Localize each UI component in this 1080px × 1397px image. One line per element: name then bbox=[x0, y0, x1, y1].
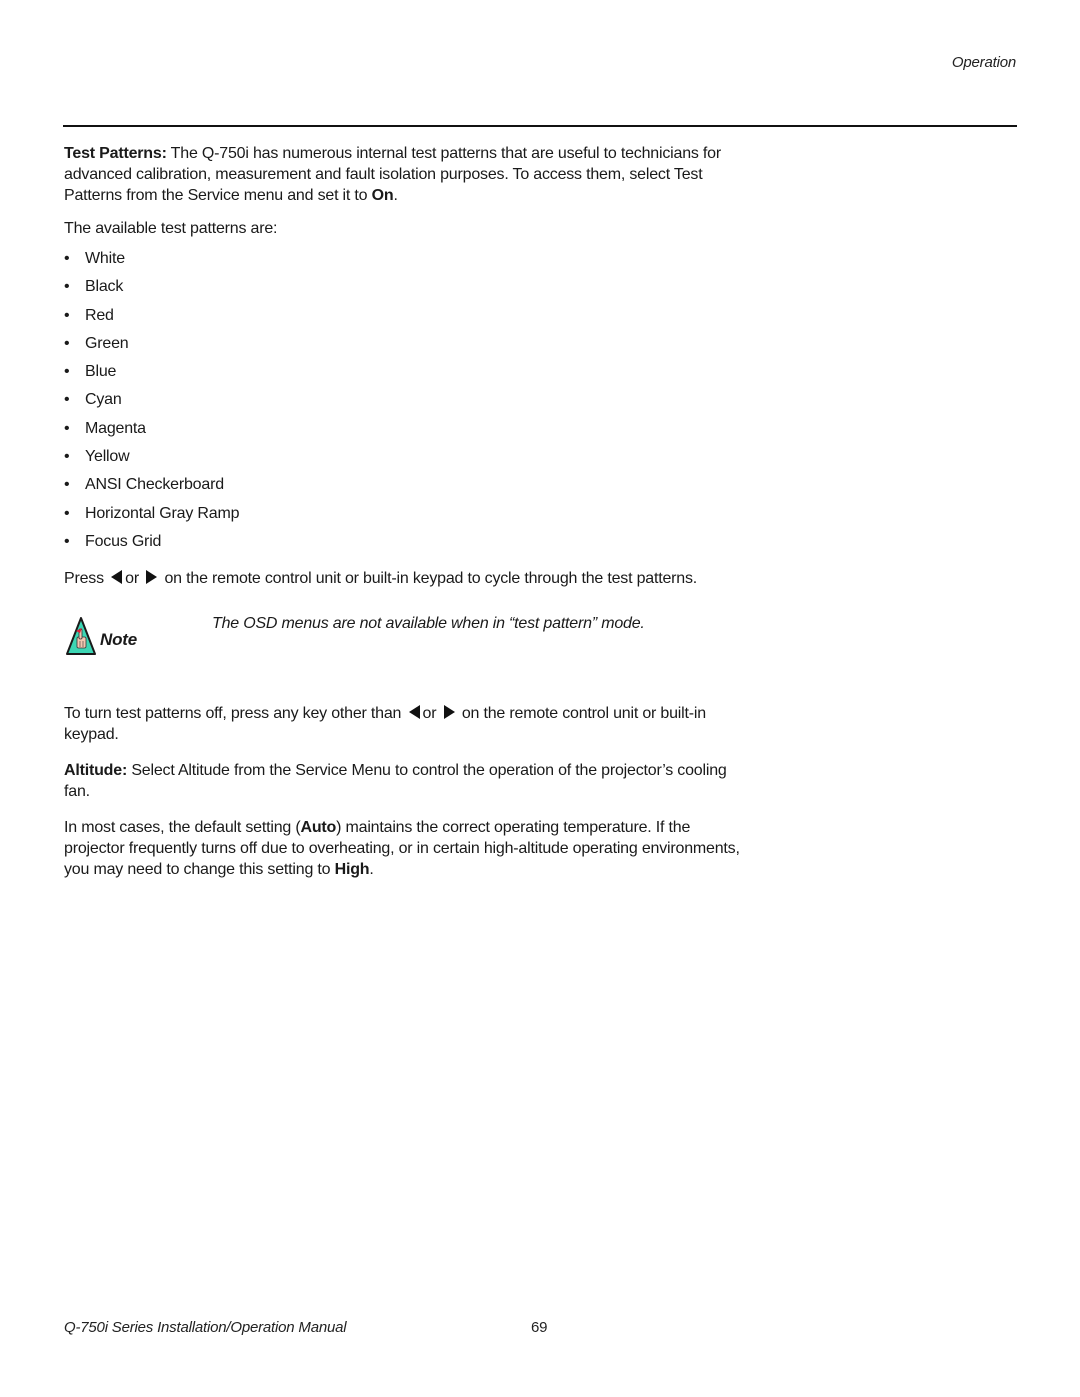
period: . bbox=[369, 861, 374, 879]
bullet-icon: • bbox=[64, 391, 70, 409]
page-content: Test Patterns: The Q-750i has numerous i… bbox=[64, 143, 744, 880]
list-item: • Black bbox=[64, 273, 744, 301]
header-rule bbox=[63, 125, 1017, 127]
bullet-icon: • bbox=[64, 363, 70, 381]
bullet-icon: • bbox=[64, 448, 70, 466]
list-item: • Green bbox=[64, 330, 744, 358]
altitude-detail-prefix: In most cases, the default setting ( bbox=[64, 819, 301, 837]
press-text: Press bbox=[64, 570, 104, 588]
note-callout: Note The OSD menus are not available whe… bbox=[64, 613, 744, 703]
high-setting: High bbox=[334, 861, 370, 879]
list-item: • Yellow bbox=[64, 443, 744, 471]
pattern-name: Cyan bbox=[85, 391, 122, 409]
pattern-name: ANSI Checkerboard bbox=[85, 476, 224, 494]
bullet-icon: • bbox=[64, 278, 70, 296]
left-arrow-icon bbox=[408, 705, 420, 720]
pattern-name: White bbox=[85, 250, 125, 267]
test-patterns-heading: Test Patterns: bbox=[64, 145, 167, 162]
note-hand-triangle-icon bbox=[66, 617, 96, 656]
bullet-icon: • bbox=[64, 250, 70, 267]
bullet-icon: • bbox=[64, 476, 70, 494]
bullet-icon: • bbox=[64, 532, 70, 550]
auto-setting: Auto bbox=[300, 819, 337, 837]
period: . bbox=[393, 187, 398, 204]
pattern-name: Red bbox=[85, 306, 114, 324]
left-arrow-icon bbox=[111, 570, 123, 585]
note-label: Note bbox=[100, 629, 137, 649]
list-item: • Horizontal Gray Ramp bbox=[64, 500, 744, 528]
test-patterns-paragraph: Test Patterns: The Q-750i has numerous i… bbox=[64, 143, 744, 206]
running-header-section: Operation bbox=[951, 54, 1016, 71]
note-badge: Note bbox=[66, 617, 137, 656]
pattern-name: Black bbox=[85, 278, 124, 296]
altitude-heading: Altitude: bbox=[64, 762, 128, 780]
list-item: • Magenta bbox=[64, 415, 744, 443]
turn-off-instructions: To turn test patterns off, press any key… bbox=[64, 703, 744, 745]
pattern-name: Blue bbox=[85, 363, 117, 381]
list-item: • Cyan bbox=[64, 386, 744, 414]
altitude-text: Select Altitude from the Service Menu to… bbox=[64, 762, 727, 801]
list-item: • White bbox=[64, 245, 744, 273]
footer-page-number: 69 bbox=[531, 1319, 548, 1336]
pattern-name: Magenta bbox=[85, 419, 146, 437]
pattern-name: Yellow bbox=[85, 448, 130, 466]
altitude-detail-paragraph: In most cases, the default setting (Auto… bbox=[64, 817, 744, 880]
available-patterns-label: The available test patterns are: bbox=[64, 220, 278, 237]
on-setting: On bbox=[371, 187, 394, 204]
test-pattern-list: • White • Black • Red • Green • Blue • Cyan • M… bbox=[64, 245, 744, 556]
note-text: The OSD menus are not available when in … bbox=[212, 615, 645, 633]
cycle-instructions: Press or on the remote control unit or b… bbox=[64, 568, 744, 589]
pattern-name: Horizontal Gray Ramp bbox=[85, 504, 240, 522]
bullet-icon: • bbox=[64, 419, 70, 437]
or-text: or bbox=[422, 705, 437, 723]
bullet-icon: • bbox=[64, 334, 70, 352]
right-arrow-icon bbox=[443, 705, 455, 720]
list-item: • Focus Grid bbox=[64, 528, 744, 556]
bullet-icon: • bbox=[64, 504, 70, 522]
footer-manual-title: Q-750i Series Installation/Operation Man… bbox=[64, 1319, 347, 1336]
or-text: or bbox=[125, 570, 139, 588]
list-item: • Blue bbox=[64, 358, 744, 386]
turn-off-prefix: To turn test patterns off, press any key… bbox=[64, 705, 402, 723]
right-arrow-icon bbox=[146, 570, 158, 585]
pattern-name: Green bbox=[85, 334, 129, 352]
list-item: • ANSI Checkerboard bbox=[64, 471, 744, 499]
pattern-name: Focus Grid bbox=[85, 532, 162, 550]
bullet-icon: • bbox=[64, 306, 70, 324]
list-item: • Red bbox=[64, 302, 744, 330]
press-suffix-text: on the remote control unit or built-in k… bbox=[164, 570, 698, 588]
altitude-paragraph: Altitude: Select Altitude from the Servi… bbox=[64, 760, 744, 802]
